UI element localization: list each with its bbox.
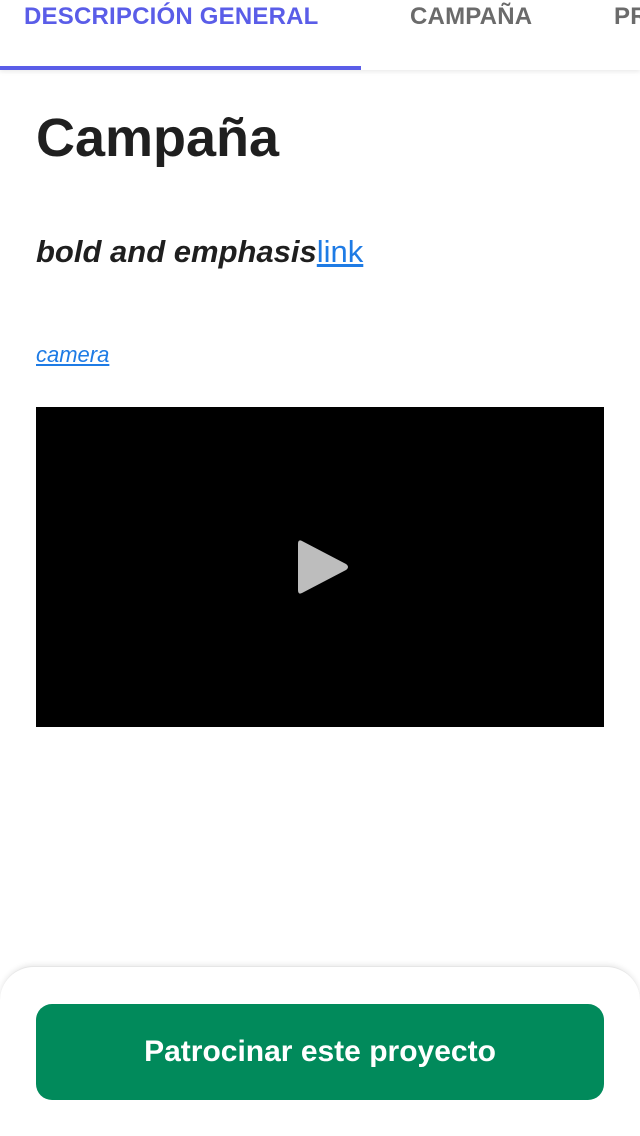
tab-descripcion-general[interactable]: DESCRIPCIÓN GENERAL (24, 0, 361, 70)
page: DESCRIPCIÓN GENERAL CAMPAÑA PR Campaña b… (0, 0, 640, 1136)
sponsor-project-button[interactable]: Patrocinar este proyecto (36, 1004, 604, 1100)
play-icon[interactable] (296, 537, 350, 597)
tab-bar: DESCRIPCIÓN GENERAL CAMPAÑA PR (0, 0, 640, 70)
page-title: Campaña (36, 108, 280, 168)
tab-label: CAMPAÑA (410, 3, 533, 30)
tab-campana[interactable]: CAMPAÑA (410, 0, 532, 70)
tab-third[interactable]: PR (614, 0, 640, 70)
inline-link[interactable]: link (317, 234, 364, 269)
rich-text-line: bold and emphasislink (36, 232, 363, 272)
active-tab-indicator (0, 66, 361, 70)
tab-label: PR (614, 3, 640, 30)
bold-emphasis-text: bold and emphasis (36, 234, 317, 269)
tab-label: DESCRIPCIÓN GENERAL (24, 3, 319, 30)
camera-link[interactable]: camera (36, 340, 109, 370)
